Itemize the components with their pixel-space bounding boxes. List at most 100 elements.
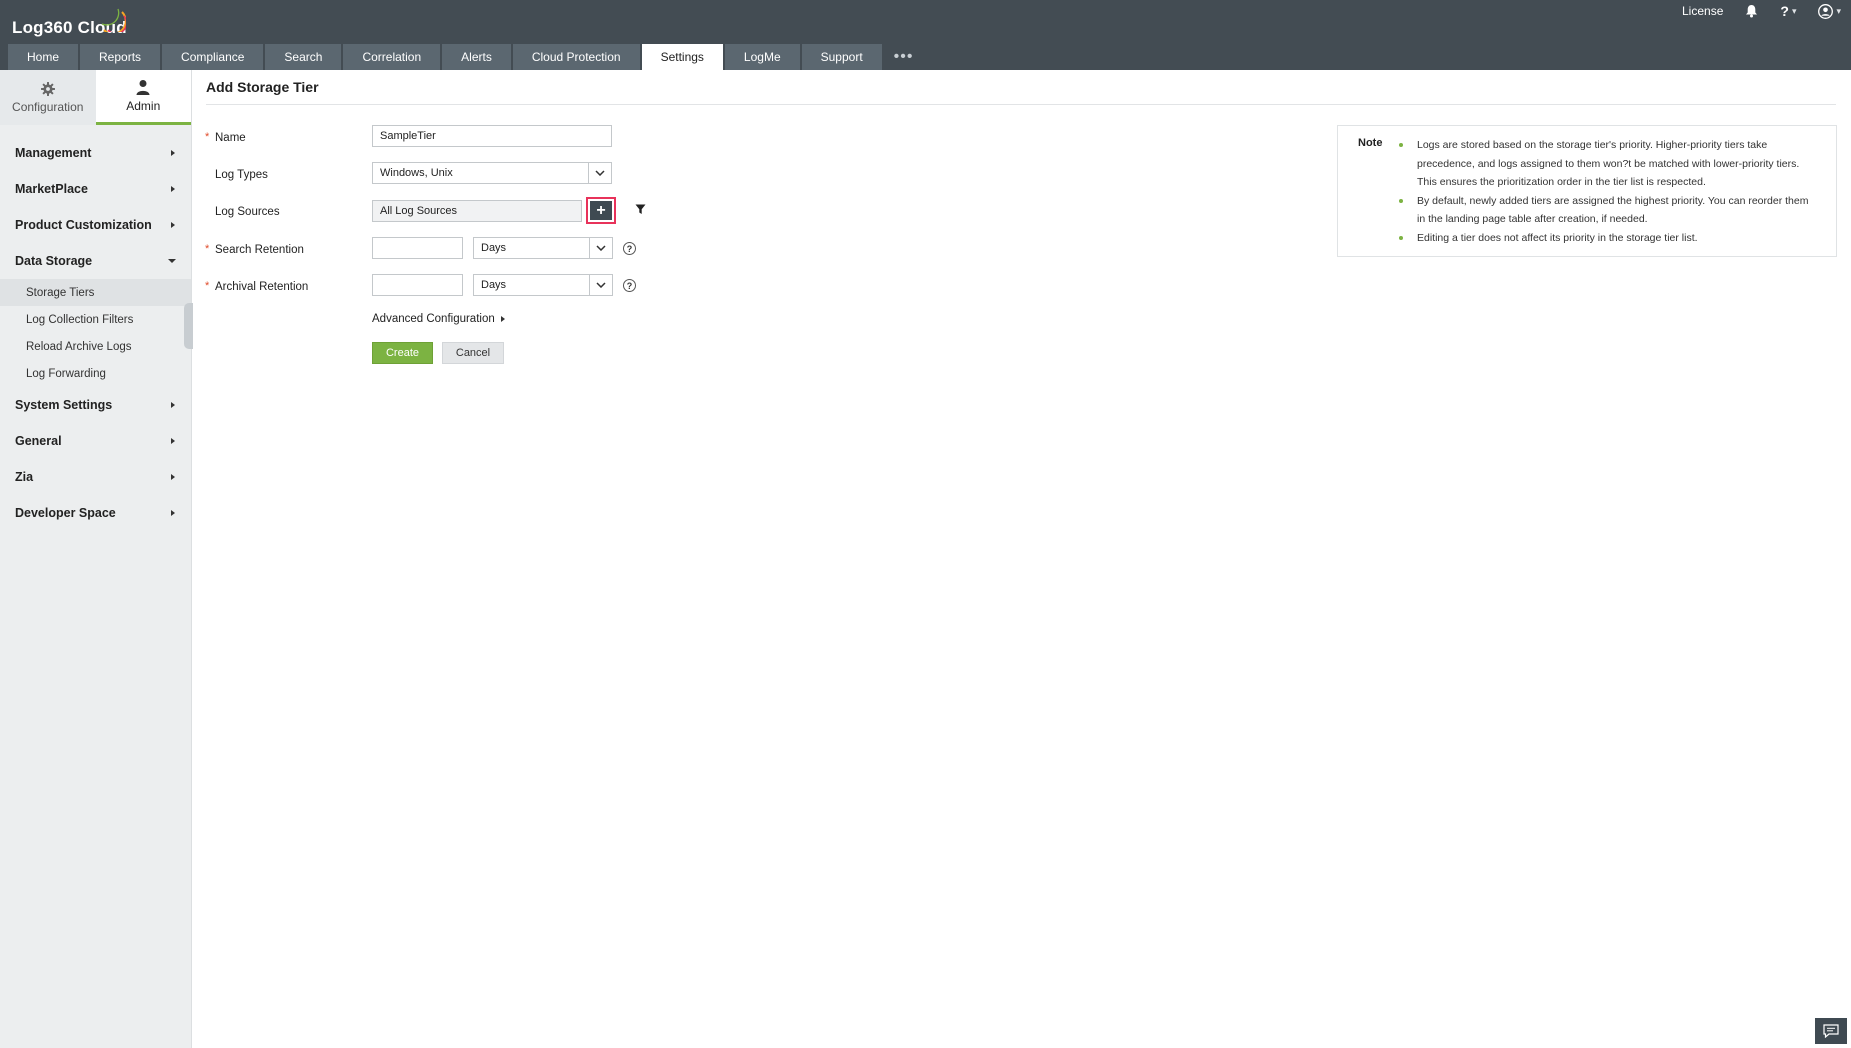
cancel-button[interactable]: Cancel: [442, 342, 504, 364]
search-retention-unit-value: Days: [481, 242, 507, 254]
caret-right-icon: [171, 510, 175, 516]
caret-right-icon: [171, 438, 175, 444]
add-log-sources-button[interactable]: +: [586, 197, 616, 224]
license-link[interactable]: License: [1682, 4, 1723, 18]
required-marker: *: [205, 280, 210, 292]
notifications-button[interactable]: [1745, 4, 1758, 18]
bell-icon: [1746, 5, 1758, 18]
sidebar-group-label: Product Customization: [15, 218, 152, 232]
note-item: Editing a tier does not affect its prior…: [1398, 229, 1818, 248]
sidebar-group-label: Management: [15, 146, 92, 160]
logo-swoosh-icon: [101, 8, 126, 32]
create-button[interactable]: Create: [372, 342, 433, 364]
admin-user-icon: [136, 80, 150, 95]
sidebar-item-log-forwarding[interactable]: Log Forwarding: [0, 360, 191, 387]
tab-admin[interactable]: Admin: [95, 70, 191, 125]
advanced-configuration-toggle[interactable]: Advanced Configuration: [372, 313, 505, 325]
tab-admin-label: Admin: [126, 99, 161, 113]
nav-tab-compliance[interactable]: Compliance: [162, 44, 264, 70]
required-marker: *: [205, 243, 210, 255]
main-nav: Home Reports Compliance Search Correlati…: [8, 44, 923, 70]
sidebar-group-developer-space[interactable]: Developer Space: [0, 495, 191, 531]
nav-tab-search[interactable]: Search: [265, 44, 342, 70]
help-menu-label: ?: [1780, 3, 1789, 19]
note-title: Note: [1358, 137, 1383, 149]
nav-tab-alerts[interactable]: Alerts: [442, 44, 511, 70]
nav-tab-settings[interactable]: Settings: [641, 44, 723, 70]
sidebar-mode-tabs: Configuration Admin: [0, 70, 191, 125]
archival-retention-input[interactable]: [372, 274, 463, 296]
nav-tab-reports[interactable]: Reports: [80, 44, 161, 70]
nav-tab-logme[interactable]: LogMe: [724, 44, 800, 70]
sidebar: Configuration Admin Management MarketPla…: [0, 70, 193, 1048]
name-input[interactable]: SampleTier: [372, 125, 612, 147]
sidebar-group-data-storage[interactable]: Data Storage: [0, 243, 191, 279]
chat-icon: [1823, 1024, 1839, 1038]
caret-right-icon: [171, 402, 175, 408]
user-menu-button[interactable]: ▾: [1818, 3, 1841, 19]
search-retention-label: Search Retention: [215, 244, 304, 256]
archival-retention-label: Archival Retention: [215, 281, 309, 293]
required-marker: *: [205, 131, 210, 143]
chevron-down-icon: ▾: [1836, 5, 1841, 16]
sidebar-item-log-collection-filters[interactable]: Log Collection Filters: [0, 306, 191, 333]
chevron-down-icon: [588, 163, 611, 183]
sidebar-group-zia[interactable]: Zia: [0, 459, 191, 495]
log-sources-label: Log Sources: [215, 206, 280, 218]
caret-right-icon: [171, 222, 175, 228]
sidebar-group-label: Zia: [15, 470, 34, 484]
caret-right-icon: [500, 316, 505, 322]
search-retention-input[interactable]: [372, 237, 463, 259]
search-retention-unit-select[interactable]: Days: [473, 237, 613, 259]
note-item: By default, newly added tiers are assign…: [1398, 192, 1818, 229]
chevron-down-icon: [589, 275, 612, 295]
sidebar-item-storage-tiers[interactable]: Storage Tiers: [0, 279, 191, 306]
more-tabs-button[interactable]: •••: [884, 44, 924, 70]
archival-retention-unit-select[interactable]: Days: [473, 274, 613, 296]
caret-right-icon: [171, 150, 175, 156]
title-divider: [206, 104, 1836, 105]
sidebar-item-reload-archive-logs[interactable]: Reload Archive Logs: [0, 333, 191, 360]
tab-configuration-label: Configuration: [12, 99, 84, 114]
log-types-select[interactable]: Windows, Unix: [372, 162, 612, 184]
name-label: Name: [215, 132, 246, 144]
note-item: Logs are stored based on the storage tie…: [1398, 136, 1818, 192]
chevron-down-icon: ▾: [1791, 5, 1797, 16]
sidebar-group-marketplace[interactable]: MarketPlace: [0, 171, 191, 207]
filter-icon[interactable]: [635, 204, 646, 215]
note-panel: Note Logs are stored based on the storag…: [1337, 125, 1837, 257]
sidebar-group-label: Data Storage: [15, 254, 93, 268]
sidebar-group-system-settings[interactable]: System Settings: [0, 387, 191, 423]
sidebar-group-management[interactable]: Management: [0, 135, 191, 171]
sidebar-group-general[interactable]: General: [0, 423, 191, 459]
help-menu-button[interactable]: ? ▾: [1780, 3, 1796, 19]
sidebar-group-label: MarketPlace: [15, 182, 88, 196]
chat-button[interactable]: [1815, 1018, 1847, 1044]
caret-right-icon: [171, 474, 175, 480]
main-content: Add Storage Tier * Name SampleTier Log T…: [192, 70, 1851, 1048]
nav-tab-cloud-protection[interactable]: Cloud Protection: [512, 44, 640, 70]
sidebar-group-label: System Settings: [15, 398, 113, 412]
advanced-configuration-label: Advanced Configuration: [372, 313, 495, 325]
header-utilities: License ? ▾ ▾: [1682, 2, 1841, 20]
note-list: Logs are stored based on the storage tie…: [1398, 136, 1818, 247]
nav-tab-home[interactable]: Home: [8, 44, 79, 70]
tab-configuration[interactable]: Configuration: [0, 70, 96, 125]
archival-retention-unit-value: Days: [481, 279, 507, 291]
sidebar-group-product-customization[interactable]: Product Customization: [0, 207, 191, 243]
caret-down-icon: [168, 259, 176, 263]
search-retention-help-icon[interactable]: ?: [623, 242, 636, 255]
sidebar-group-label: General: [15, 434, 62, 448]
nav-tab-support[interactable]: Support: [801, 44, 882, 70]
nav-tab-correlation[interactable]: Correlation: [343, 44, 441, 70]
caret-right-icon: [171, 186, 175, 192]
chevron-down-icon: [589, 238, 612, 258]
page-title: Add Storage Tier: [206, 79, 319, 95]
log-types-label: Log Types: [215, 169, 268, 181]
user-avatar-icon: [1818, 3, 1834, 19]
gear-icon: [40, 81, 55, 96]
top-header: Log360 Cloud License ? ▾ ▾ Home Reports …: [0, 0, 1851, 70]
log-sources-field[interactable]: All Log Sources: [372, 200, 582, 222]
archival-retention-help-icon[interactable]: ?: [623, 279, 636, 292]
log-types-value: Windows, Unix: [380, 167, 453, 179]
